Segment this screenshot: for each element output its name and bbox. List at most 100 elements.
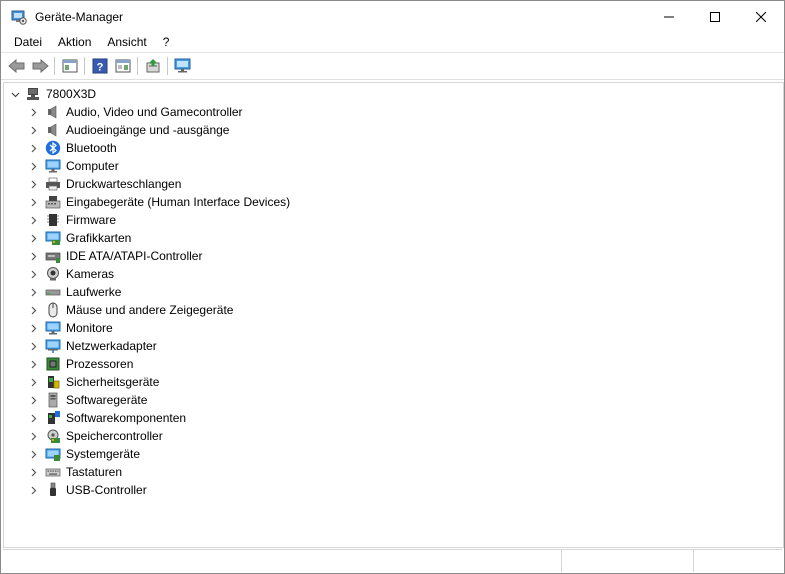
tree-item-label: Speichercontroller [66, 429, 163, 443]
tree-item-label: Bluetooth [66, 141, 117, 155]
tree-item-label: Netzwerkadapter [66, 339, 157, 353]
forward-button[interactable] [28, 55, 51, 77]
tree-item[interactable]: Monitore [27, 319, 113, 337]
arrow-left-icon [7, 58, 24, 74]
tree-item-label: Computer [66, 159, 119, 173]
minimize-button[interactable] [646, 1, 692, 32]
chevron-right-icon[interactable] [27, 445, 39, 463]
svg-text:?: ? [96, 62, 103, 74]
title-bar: Geräte-Manager [1, 1, 784, 32]
tree-item[interactable]: Netzwerkadapter [27, 337, 157, 355]
chevron-right-icon[interactable] [27, 301, 39, 319]
chevron-right-icon[interactable] [27, 103, 39, 121]
monitor-icon [45, 158, 61, 174]
status-cell [694, 550, 782, 572]
toolbar: ? [1, 52, 784, 80]
update-driver-button[interactable] [141, 55, 164, 77]
chevron-right-icon[interactable] [27, 427, 39, 445]
menu-datei[interactable]: Datei [6, 32, 50, 52]
properties-icon [115, 59, 130, 73]
tree-item-label: Audioeingänge und -ausgänge [66, 123, 230, 137]
tree-item[interactable]: Grafikkarten [27, 229, 131, 247]
chevron-right-icon[interactable] [27, 157, 39, 175]
tree-item[interactable]: Computer [27, 157, 119, 175]
device-manager-icon [11, 9, 27, 25]
tree-item[interactable]: Bluetooth [27, 139, 117, 157]
close-button[interactable] [738, 1, 784, 32]
software-component-icon [45, 410, 61, 426]
chevron-down-icon[interactable] [9, 85, 21, 103]
chevron-right-icon[interactable] [27, 121, 39, 139]
tree-item[interactable]: Mäuse und andere Zeigegeräte [27, 301, 233, 319]
menu-ansicht[interactable]: Ansicht [99, 32, 154, 52]
chevron-right-icon[interactable] [27, 229, 39, 247]
tree-item-label: Monitore [66, 321, 113, 335]
tree-item[interactable]: Firmware [27, 211, 116, 229]
chevron-right-icon[interactable] [27, 481, 39, 499]
tree-item[interactable]: Softwaregeräte [27, 391, 147, 409]
chevron-right-icon[interactable] [27, 391, 39, 409]
ide-controller-icon [45, 248, 61, 264]
tree-item-label: Tastaturen [66, 465, 123, 479]
chevron-right-icon[interactable] [27, 373, 39, 391]
chevron-right-icon[interactable] [27, 193, 39, 211]
tree-item[interactable]: Druckwarteschlangen [27, 175, 181, 193]
drive-icon [45, 284, 61, 300]
chevron-right-icon[interactable] [27, 463, 39, 481]
tree-item[interactable]: Audio, Video und Gamecontroller [27, 103, 243, 121]
tree-item-label: Sicherheitsgeräte [66, 375, 160, 389]
bluetooth-icon [45, 140, 61, 156]
mouse-icon [45, 302, 61, 318]
chevron-right-icon[interactable] [27, 211, 39, 229]
chevron-right-icon[interactable] [27, 355, 39, 373]
device-tree[interactable]: 7800X3D Audio, Video und Gamecontroller A… [3, 82, 784, 548]
tree-item[interactable]: Kameras [27, 265, 114, 283]
chevron-right-icon[interactable] [27, 409, 39, 427]
chip-icon [45, 212, 61, 228]
maximize-button[interactable] [692, 1, 738, 32]
tree-item[interactable]: Laufwerke [27, 283, 121, 301]
back-button[interactable] [5, 55, 28, 77]
tree-item[interactable]: Prozessoren [27, 355, 133, 373]
display-adapter-icon [45, 230, 61, 246]
chevron-right-icon[interactable] [27, 247, 39, 265]
chevron-right-icon[interactable] [27, 319, 39, 337]
hid-icon [45, 194, 61, 210]
tree-item-label: USB-Controller [66, 483, 147, 497]
show-hide-console-tree-button[interactable] [58, 55, 81, 77]
chevron-right-icon[interactable] [27, 175, 39, 193]
speaker-icon [45, 122, 61, 138]
status-cell [3, 550, 562, 572]
update-driver-icon [146, 59, 159, 73]
chevron-right-icon[interactable] [27, 337, 39, 355]
tree-item[interactable]: Speichercontroller [27, 427, 163, 445]
chevron-right-icon[interactable] [27, 283, 39, 301]
tree-item-label: Druckwarteschlangen [66, 177, 182, 191]
tree-item[interactable]: Audioeingänge und -ausgänge [27, 121, 229, 139]
help-button[interactable]: ? [88, 55, 111, 77]
tree-item[interactable]: Sicherheitsgeräte [27, 373, 159, 391]
tree-item-label: Softwaregeräte [66, 393, 148, 407]
scan-hardware-button[interactable] [171, 55, 194, 77]
tree-root[interactable]: 7800X3D [9, 85, 96, 103]
properties-button[interactable] [111, 55, 134, 77]
toolbar-separator [137, 57, 138, 75]
menu-help[interactable]: ? [155, 32, 178, 52]
menu-bar: Datei Aktion Ansicht ? [1, 32, 784, 52]
tree-item-label: Softwarekomponenten [66, 411, 187, 425]
tree-item[interactable]: Tastaturen [27, 463, 122, 481]
tree-item-label: Grafikkarten [66, 231, 132, 245]
tree-item[interactable]: USB-Controller [27, 481, 147, 499]
tree-item-label: IDE ATA/ATAPI-Controller [66, 249, 203, 263]
tree-item[interactable]: IDE ATA/ATAPI-Controller [27, 247, 202, 265]
usb-icon [45, 482, 61, 498]
keyboard-icon [45, 464, 61, 480]
help-icon: ? [92, 58, 107, 74]
tree-item[interactable]: Eingabegeräte (Human Interface Devices) [27, 193, 290, 211]
tree-item[interactable]: Softwarekomponenten [27, 409, 186, 427]
tree-item[interactable]: Systemgeräte [27, 445, 140, 463]
menu-aktion[interactable]: Aktion [50, 32, 99, 52]
storage-controller-icon [45, 428, 61, 444]
chevron-right-icon[interactable] [27, 139, 39, 157]
chevron-right-icon[interactable] [27, 265, 39, 283]
